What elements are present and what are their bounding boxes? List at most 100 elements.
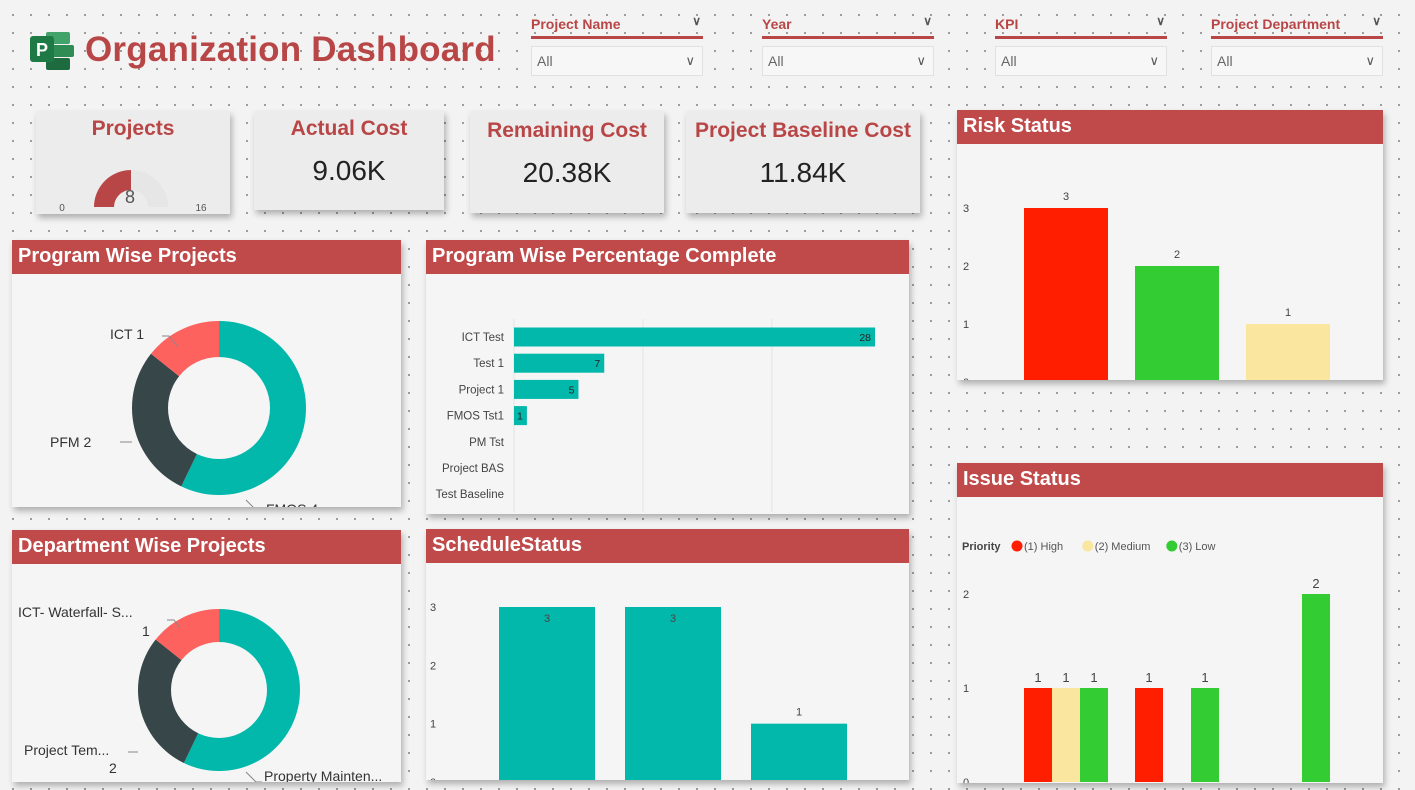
category-label: FMOS Tst1	[447, 411, 504, 423]
risk-status-panel[interactable]: Risk Status 0123(1) Active3(3) Closed2(2…	[957, 110, 1383, 402]
slice-label: ICT 1	[110, 326, 144, 342]
panel-title: Issue Status	[957, 463, 1383, 497]
slicer-year[interactable]: Year ∨ All ∨	[762, 14, 934, 76]
slice-label: PFM 2	[50, 434, 91, 450]
legend-marker	[1011, 540, 1023, 552]
bar	[1024, 208, 1108, 382]
program-wise-donut[interactable]: FMOS 4 PFM 2 ICT 1	[12, 274, 401, 517]
slicer-label: Project Name	[531, 16, 621, 32]
kpi-card-baseline-cost[interactable]: Project Baseline Cost 11.84K	[686, 111, 920, 213]
slicer-kpi[interactable]: KPI ∨ All ∨	[995, 14, 1167, 76]
slicer-project-department[interactable]: Project Department ∨ All ∨	[1211, 14, 1383, 76]
legend-label: (2) Medium	[1095, 541, 1151, 553]
category-label: Test 1	[473, 358, 504, 370]
donut-slice	[137, 639, 199, 763]
slicer-dropdown[interactable]: All ∨	[531, 46, 703, 76]
gauge-max: 16	[195, 203, 207, 211]
chevron-down-icon[interactable]: ∨	[692, 14, 701, 28]
y-tick-label: 0	[430, 777, 436, 780]
department-wise-projects-panel[interactable]: Department Wise Projects Property Mainte…	[12, 530, 401, 790]
donut-slice	[132, 353, 197, 487]
schedule-status-bar-chart[interactable]: 0123Delayed [Above 10%]3No Baseline3Dela…	[426, 563, 909, 790]
program-wise-projects-panel[interactable]: Program Wise Projects FMOS 4 PFM 2 ICT 1	[12, 240, 401, 517]
gauge-min: 0	[59, 203, 65, 211]
slicer-value: All	[1001, 53, 1017, 69]
slicer-project-name[interactable]: Project Name ∨ All ∨	[531, 14, 703, 76]
data-label: 7	[594, 358, 600, 370]
chevron-down-icon: ∨	[685, 53, 695, 68]
data-label: 1	[517, 411, 523, 423]
legend-marker	[1082, 540, 1094, 552]
bar	[1080, 688, 1108, 782]
kpi-card-remaining-cost[interactable]: Remaining Cost 20.38K	[470, 111, 664, 213]
bar	[1246, 324, 1330, 382]
slicer-value: All	[537, 53, 553, 69]
y-tick-label: 2	[430, 660, 436, 672]
legend-marker	[1166, 540, 1178, 552]
y-tick-label: 2	[963, 261, 969, 273]
category-label: Project 1	[459, 384, 504, 396]
slicer-dropdown[interactable]: All ∨	[762, 46, 934, 76]
slice-value: 1	[142, 623, 150, 639]
slice-value: 2	[109, 760, 117, 776]
kpi-card-actual-cost[interactable]: Actual Cost 9.06K	[254, 111, 444, 210]
slicer-label: Project Department	[1211, 16, 1341, 32]
panel-title: Risk Status	[957, 110, 1383, 144]
slice-label: FMOS 4	[266, 501, 318, 507]
slicer-dropdown[interactable]: All ∨	[1211, 46, 1383, 76]
risk-status-bar-chart[interactable]: 0123(1) Active3(3) Closed2(2) Postponed1	[957, 144, 1383, 402]
leader-line	[245, 771, 262, 783]
legend-label: (1) High	[1024, 541, 1063, 553]
kpi-card-projects[interactable]: Projects 8 0 16	[36, 111, 230, 214]
category-label: PM Tst	[469, 437, 505, 449]
department-wise-donut[interactable]: Property Mainten...4Project Tem...2ICT- …	[12, 564, 401, 790]
projects-gauge: 8 0 16	[59, 170, 207, 211]
data-label: 1	[1201, 670, 1208, 685]
kpi-value: 20.38K	[522, 157, 612, 188]
program-pct-panel[interactable]: Program Wise Percentage Complete 01020IC…	[426, 240, 909, 533]
kpi-title: Actual Cost	[290, 117, 408, 140]
data-label: 3	[670, 613, 676, 625]
slice-label: Property Mainten...	[264, 768, 382, 782]
legend-label: (3) Low	[1179, 541, 1216, 553]
gauge-value: 8	[125, 187, 135, 207]
kpi-title: Project Baseline Cost	[695, 119, 911, 142]
bar	[1191, 688, 1219, 782]
data-label: 1	[1285, 307, 1291, 319]
category-label: Project BAS	[442, 463, 504, 475]
slicer-label: KPI	[995, 16, 1019, 32]
y-tick-label: 1	[963, 683, 969, 695]
bar	[625, 607, 721, 782]
y-tick-label: 1	[963, 319, 969, 331]
bar	[1052, 688, 1080, 782]
program-pct-bar-chart[interactable]: 01020ICT Test28Test 17Project 15FMOS Tst…	[426, 274, 909, 533]
page-title: Organization Dashboard	[85, 30, 496, 69]
data-label: 2	[1174, 249, 1180, 261]
data-label: 28	[859, 332, 871, 344]
kpi-value: 9.06K	[312, 155, 386, 186]
y-tick-label: 3	[430, 602, 436, 614]
data-label: 1	[796, 707, 802, 719]
kpi-value: 11.84K	[759, 157, 847, 188]
y-tick-label: 1	[430, 719, 436, 731]
schedule-status-panel[interactable]: ScheduleStatus 0123Delayed [Above 10%]3N…	[426, 529, 909, 790]
data-label: 1	[1062, 670, 1069, 685]
chevron-down-icon[interactable]: ∨	[1372, 14, 1381, 28]
data-label: 5	[569, 384, 575, 396]
panel-title: Program Wise Projects	[12, 240, 401, 274]
data-label: 1	[1145, 670, 1152, 685]
project-app-icon: P	[30, 30, 76, 72]
bar	[514, 353, 605, 373]
slicer-value: All	[1217, 53, 1233, 69]
issue-status-bar-chart[interactable]: 012(1) Active111(2) Postponed11(3) Close…	[957, 497, 1383, 790]
bar	[1135, 266, 1219, 382]
chevron-down-icon[interactable]: ∨	[923, 14, 932, 28]
chevron-down-icon[interactable]: ∨	[1156, 14, 1165, 28]
y-tick-label: 0	[963, 377, 969, 380]
bar	[499, 607, 595, 782]
data-label: 1	[1034, 670, 1041, 685]
issue-status-panel[interactable]: Issue Status 012(1) Active111(2) Postpon…	[957, 463, 1383, 790]
bar	[1302, 594, 1330, 782]
chevron-down-icon: ∨	[1149, 53, 1159, 68]
slicer-dropdown[interactable]: All ∨	[995, 46, 1167, 76]
